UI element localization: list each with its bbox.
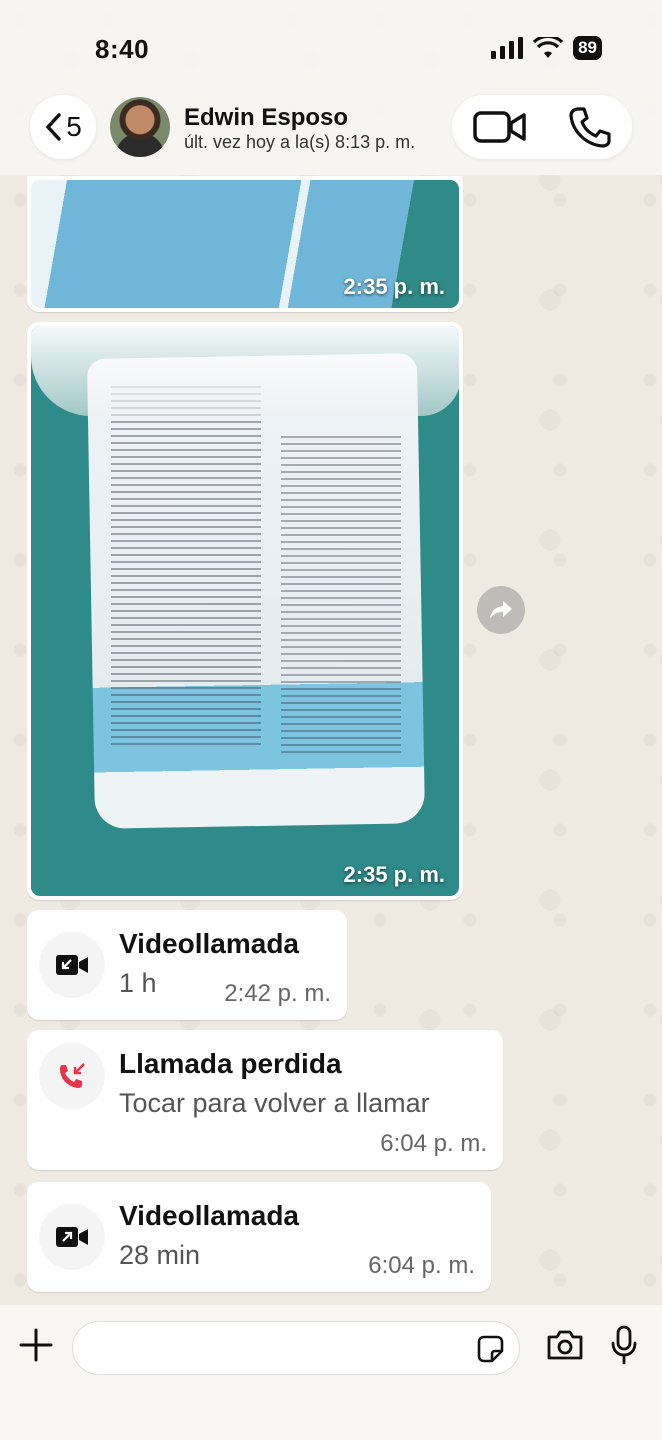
image-message[interactable]: 2:35 p. m. — [27, 322, 463, 900]
call-title: Videollamada — [119, 1200, 300, 1231]
contact-name[interactable]: Edwin Esposo — [184, 104, 348, 132]
chevron-left-icon — [45, 113, 61, 141]
plus-icon[interactable] — [18, 1327, 54, 1363]
message-time: 6:04 p. m. — [380, 1130, 487, 1157]
call-icon-wrap — [39, 932, 105, 998]
call-duration: 1 h — [119, 968, 157, 998]
photo: 2:35 p. m. — [31, 326, 459, 896]
status-icons: 89 — [491, 36, 602, 60]
call-duration: 28 min — [119, 1240, 201, 1270]
call-actions — [452, 95, 632, 159]
message-time: 2:35 p. m. — [343, 274, 445, 299]
call-icon-wrap — [39, 1204, 105, 1270]
status-bar: 8:40 89 — [0, 0, 662, 95]
sticker-icon[interactable] — [475, 1334, 505, 1364]
microphone-icon[interactable] — [610, 1325, 638, 1365]
message-time: 2:42 p. m. — [224, 980, 331, 1007]
chat-header: 5 Edwin Esposo últ. vez hoy a la(s) 8:13… — [0, 95, 662, 175]
forward-button[interactable] — [477, 586, 525, 634]
call-message[interactable]: Llamada perdida Tocar para volver a llam… — [27, 1030, 503, 1170]
video-incoming-icon — [56, 955, 88, 975]
video-outgoing-icon — [56, 1227, 88, 1247]
image-message[interactable]: 2:35 p. m. — [27, 176, 463, 312]
phone-call-icon[interactable] — [569, 106, 611, 148]
back-button[interactable]: 5 — [30, 95, 96, 159]
call-title: Llamada perdida — [119, 1048, 342, 1079]
call-message[interactable]: Videollamada 1 h 2:42 p. m. — [27, 910, 347, 1020]
call-icon-wrap — [39, 1043, 105, 1109]
last-seen: últ. vez hoy a la(s) 8:13 p. m. — [184, 132, 416, 152]
status-time: 8:40 — [95, 34, 150, 64]
avatar[interactable] — [110, 97, 170, 157]
bag-text-block — [111, 386, 261, 746]
video-call-icon[interactable] — [473, 110, 527, 144]
call-title: Videollamada — [119, 928, 300, 959]
call-back-hint: Tocar para volver a llamar — [119, 1088, 430, 1118]
wifi-icon — [533, 37, 564, 58]
message-input[interactable] — [72, 1321, 520, 1375]
unread-count: 5 — [66, 111, 82, 142]
call-message[interactable]: Videollamada 28 min 6:04 p. m. — [27, 1182, 491, 1292]
message-time: 2:35 p. m. — [343, 862, 445, 887]
message-composer — [0, 1305, 662, 1440]
camera-icon[interactable] — [546, 1329, 584, 1361]
message-time: 6:04 p. m. — [368, 1252, 475, 1279]
forward-icon — [490, 601, 512, 619]
battery-indicator: 89 — [573, 36, 602, 60]
photo: 2:35 p. m. — [31, 180, 459, 308]
bag-text-block — [281, 436, 401, 756]
plastic-wrap — [31, 326, 459, 416]
signal-icon — [491, 37, 524, 59]
missed-call-icon — [60, 1063, 85, 1088]
